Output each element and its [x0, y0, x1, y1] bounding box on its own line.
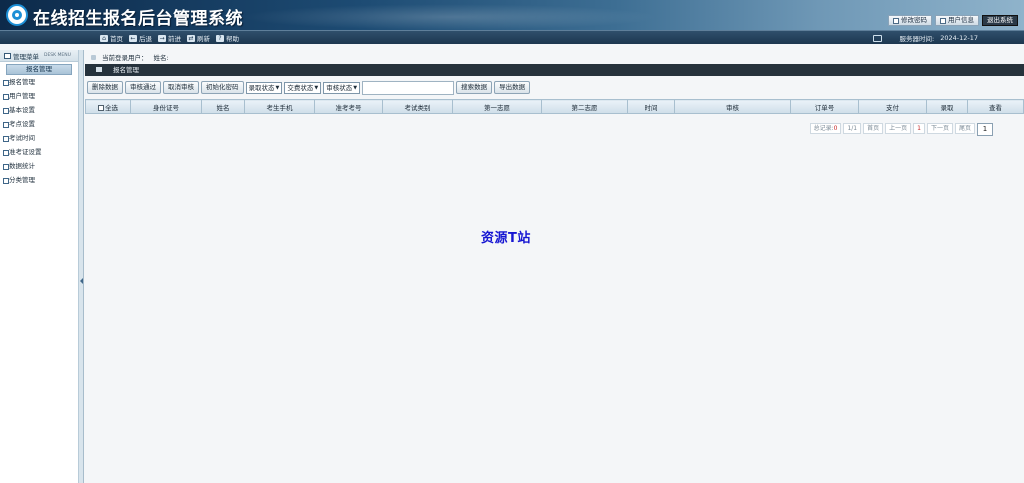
- search-input[interactable]: [362, 80, 455, 95]
- total-records: 总记录:0: [809, 123, 842, 134]
- forward-arrow-icon: →: [158, 34, 166, 42]
- panel-title: 报名管理: [85, 64, 1024, 76]
- nav-forward[interactable]: → 前进: [158, 33, 181, 43]
- top-links: 修改密码 用户信息 退出系统: [888, 15, 1018, 26]
- page-jump-input[interactable]: 1: [977, 123, 993, 136]
- panel-icon: [96, 67, 102, 72]
- col-exam-number: 准考考号: [314, 99, 383, 114]
- col-view: 查看: [967, 99, 1024, 114]
- logout-button[interactable]: 退出系统: [982, 15, 1018, 26]
- toolbar: 删除数据 审核通过 取消审核 初始化密码 录取状态 ▼ 交费状态 ▼ 审核状态 ▼ 搜…: [85, 79, 1024, 96]
- header-decoration: [240, 4, 660, 30]
- current-page: 1: [913, 123, 925, 134]
- change-password-link[interactable]: 修改密码: [888, 15, 932, 26]
- registration-table: 全选 身份证号 姓名 考生手机 准考考号 考试类别 第一志愿 第二志愿 时间 审…: [85, 99, 1024, 114]
- user-info-link[interactable]: 用户信息: [935, 15, 979, 26]
- page-count: 1/1: [843, 123, 862, 134]
- cancel-approve-button[interactable]: 取消审核: [163, 81, 199, 94]
- col-second-choice: 第二志愿: [541, 99, 628, 114]
- sidebar-item-exam-time[interactable]: 考试时间: [0, 131, 78, 145]
- sidebar-section-title[interactable]: 报名管理: [6, 64, 72, 75]
- refresh-icon: ⇄: [187, 34, 195, 42]
- col-id-number: 身份证号: [130, 99, 202, 114]
- nav-back[interactable]: ← 后退: [129, 33, 152, 43]
- collapse-arrow-icon[interactable]: [80, 278, 83, 284]
- app-title: 在线招生报名后台管理系统: [33, 9, 243, 29]
- user-icon: [940, 17, 946, 24]
- home-icon: ⌂: [100, 34, 108, 42]
- monitor-icon: [872, 34, 882, 42]
- search-button[interactable]: 搜索数据: [456, 81, 493, 94]
- logo-icon: [6, 4, 28, 26]
- chevron-down-icon: ▼: [314, 84, 319, 91]
- delete-button[interactable]: 删除数据: [87, 81, 123, 94]
- nav-help[interactable]: ? 帮助: [216, 33, 239, 43]
- nav-refresh[interactable]: ⇄ 刷新: [187, 33, 210, 43]
- sidebar-splitter[interactable]: [79, 50, 84, 483]
- col-first-choice: 第一志愿: [452, 99, 542, 114]
- approve-button[interactable]: 审核通过: [125, 81, 161, 94]
- sidebar-header: 管理菜单 DESK MENU: [0, 50, 78, 62]
- user-bullet-icon: [91, 54, 96, 60]
- sidebar-item-registration[interactable]: 报名管理: [0, 75, 78, 89]
- nav-items: ⌂ 首页 ← 后退 → 前进 ⇄ 刷新 ? 帮助: [100, 31, 239, 45]
- fee-status-select[interactable]: 交费状态 ▼: [284, 81, 322, 94]
- nav-bar: ⌂ 首页 ← 后退 → 前进 ⇄ 刷新 ? 帮助 服务器时间: 2024-12-17: [0, 30, 1024, 44]
- prev-page-button[interactable]: 上一页: [885, 123, 912, 134]
- menu-icon: [4, 52, 11, 59]
- nav-home[interactable]: ⌂ 首页: [100, 33, 123, 43]
- server-time: 服务器时间: 2024-12-17: [872, 31, 978, 45]
- first-page-button[interactable]: 首页: [863, 123, 884, 134]
- sidebar-item-admission-ticket[interactable]: 准考证设置: [0, 145, 78, 159]
- admit-status-select[interactable]: 录取状态 ▼: [245, 81, 283, 94]
- last-page-button[interactable]: 尾页: [954, 123, 975, 134]
- current-user-bar: 当前登录用户： 姓名:: [85, 50, 1024, 64]
- sidebar-item-statistics[interactable]: 数据统计: [0, 159, 78, 173]
- col-time: 时间: [627, 99, 675, 114]
- select-all-header[interactable]: 全选: [85, 99, 131, 114]
- review-status-select[interactable]: 审核状态 ▼: [323, 81, 361, 94]
- col-order-number: 订单号: [790, 99, 859, 114]
- table-header-row: 全选 身份证号 姓名 考生手机 准考考号 考试类别 第一志愿 第二志愿 时间 审…: [85, 99, 1024, 114]
- help-icon: ?: [216, 34, 224, 42]
- chevron-down-icon: ▼: [275, 84, 280, 91]
- sidebar-item-users[interactable]: 用户管理: [0, 89, 78, 103]
- col-payment: 支付: [858, 99, 927, 114]
- sidebar: 管理菜单 DESK MENU 报名管理 报名管理 用户管理 基本设置 考点设置 …: [0, 50, 79, 483]
- chevron-down-icon: ▼: [353, 84, 358, 91]
- watermark: 资源T站: [481, 231, 531, 246]
- pagination: 总记录:0 1/1 首页 上一页 1 下一页 尾页 1: [809, 123, 993, 136]
- app-header: 在线招生报名后台管理系统 修改密码 用户信息 退出系统: [0, 0, 1024, 30]
- col-admission: 录取: [926, 99, 968, 114]
- main-content: 当前登录用户： 姓名: 报名管理 删除数据 审核通过 取消审核 初始化密码 录取…: [85, 50, 1024, 483]
- edit-icon: [893, 17, 899, 24]
- next-page-button[interactable]: 下一页: [926, 123, 953, 134]
- col-name: 姓名: [201, 99, 245, 114]
- export-button[interactable]: 导出数据: [494, 81, 531, 94]
- init-password-button[interactable]: 初始化密码: [201, 81, 244, 94]
- select-all-checkbox[interactable]: [98, 104, 104, 111]
- back-arrow-icon: ←: [129, 34, 137, 42]
- col-exam-category: 考试类别: [382, 99, 453, 114]
- sidebar-item-basic-settings[interactable]: 基本设置: [0, 103, 78, 117]
- col-review: 审核: [674, 99, 791, 114]
- sidebar-item-exam-sites[interactable]: 考点设置: [0, 117, 78, 131]
- sidebar-item-categories[interactable]: 分类管理: [0, 173, 78, 187]
- col-phone: 考生手机: [244, 99, 315, 114]
